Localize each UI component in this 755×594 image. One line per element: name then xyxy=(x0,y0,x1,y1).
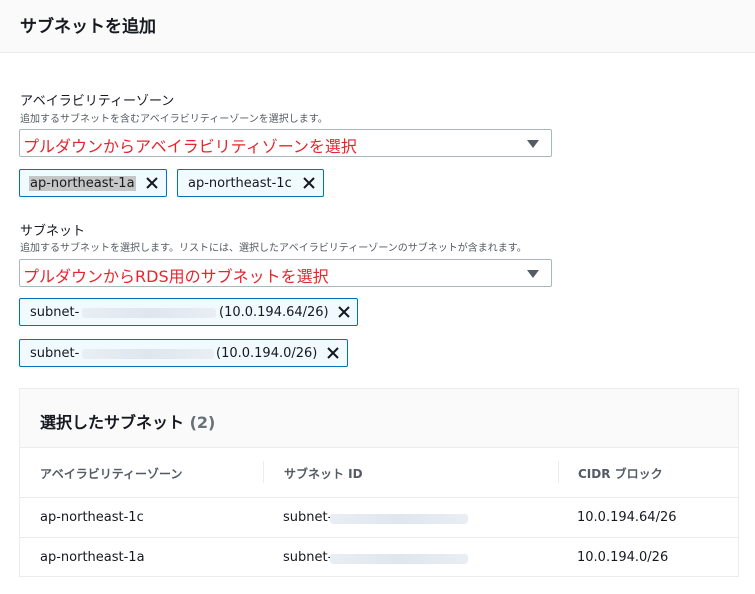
az-token-1c: ap-northeast-1c xyxy=(177,169,324,197)
subnet-field-description: 追加するサブネットを選択します。リストには、選択したアベイラビリティーゾーンのサ… xyxy=(20,243,527,254)
column-header-cidr[interactable]: CIDR ブロック xyxy=(578,465,663,482)
row-divider xyxy=(20,497,738,498)
column-header-az[interactable]: アベイラビリティーゾーン xyxy=(40,465,182,482)
close-icon[interactable] xyxy=(144,175,160,191)
az-select[interactable]: プルダウンからアベイラビリティゾーンを選択 xyxy=(19,129,552,157)
panel-count: (2) xyxy=(189,413,216,432)
column-header-subnet-id[interactable]: サブネット ID xyxy=(284,465,363,482)
panel-title: 選択したサブネット (2) xyxy=(40,409,215,433)
az-field-description: 追加するサブネットを含むアベイラビリティーゾーンを選択します。 xyxy=(20,114,328,125)
page-title: サブネットを追加 xyxy=(20,17,156,37)
row-divider xyxy=(20,537,738,538)
az-token-1a: ap-northeast-1a xyxy=(19,169,167,197)
token-label: ap-northeast-1c xyxy=(188,176,292,191)
redacted-subnet-id xyxy=(82,349,214,359)
subnet-field-label: サブネット xyxy=(20,224,86,239)
cell-az: ap-northeast-1a xyxy=(40,550,145,565)
token-subnet-prefix: subnet- xyxy=(30,346,80,361)
modal-header: サブネットを追加 xyxy=(0,0,755,53)
panel-header: 選択したサブネット (2) xyxy=(20,389,738,448)
cell-az: ap-northeast-1c xyxy=(40,510,144,525)
subnet-select[interactable]: プルダウンからRDS用のサブネットを選択 xyxy=(19,259,552,287)
cell-subnet-prefix: subnet- xyxy=(283,550,333,565)
token-label: ap-northeast-1a xyxy=(29,176,136,191)
caret-down-icon xyxy=(527,270,539,278)
az-field-label: アベイラビリティーゾーン xyxy=(20,94,175,109)
close-icon[interactable] xyxy=(325,345,341,361)
token-subnet-prefix: subnet- xyxy=(30,305,80,320)
cell-cidr: 10.0.194.64/26 xyxy=(577,510,677,525)
column-divider xyxy=(263,461,264,483)
panel-title-text: 選択したサブネット xyxy=(40,413,185,432)
close-icon[interactable] xyxy=(301,175,317,191)
cell-cidr: 10.0.194.0/26 xyxy=(577,550,669,565)
az-select-annotation: プルダウンからアベイラビリティゾーンを選択 xyxy=(23,137,357,156)
close-icon[interactable] xyxy=(336,304,352,320)
cell-subnet-prefix: subnet- xyxy=(283,510,333,525)
redacted-subnet-id xyxy=(330,554,468,564)
selected-subnets-panel: 選択したサブネット (2) アベイラビリティーゾーン サブネット ID CIDR… xyxy=(19,388,739,577)
token-cidr: (10.0.194.0/26) xyxy=(216,346,318,361)
caret-down-icon xyxy=(527,140,539,148)
redacted-subnet-id xyxy=(82,308,216,318)
redacted-subnet-id xyxy=(330,514,468,524)
subnet-token-1: subnet- (10.0.194.64/26) xyxy=(19,298,358,326)
subnet-select-annotation: プルダウンからRDS用のサブネットを選択 xyxy=(23,267,329,286)
token-cidr: (10.0.194.64/26) xyxy=(219,305,329,320)
column-divider xyxy=(558,461,559,483)
subnet-token-2: subnet- (10.0.194.0/26) xyxy=(19,339,348,367)
